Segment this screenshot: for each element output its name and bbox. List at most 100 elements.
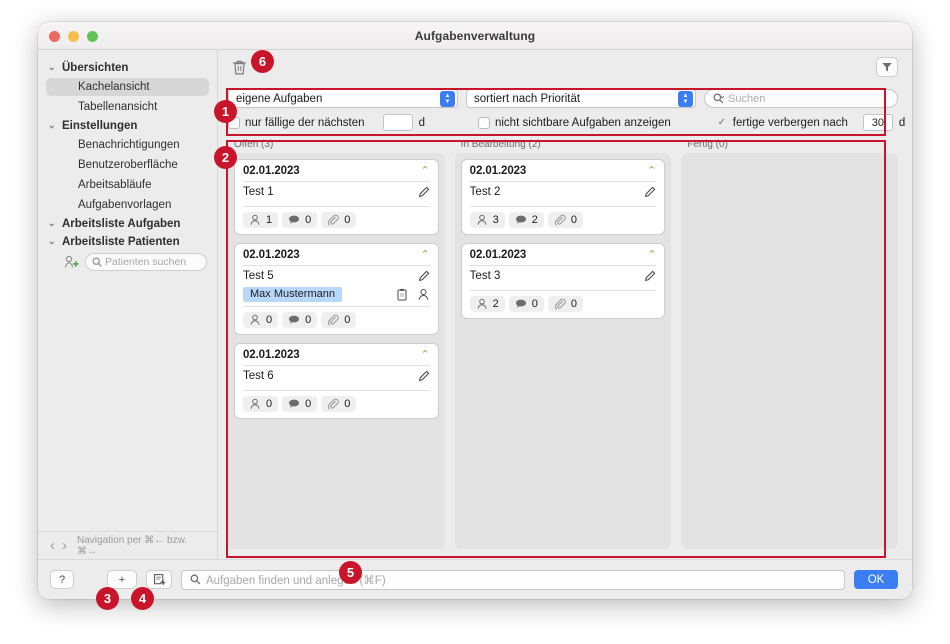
assignee-count: 2	[492, 298, 499, 310]
annotation-marker-4: 4	[131, 587, 154, 610]
maximize-button[interactable]	[87, 31, 98, 42]
paperclip-icon	[554, 298, 566, 310]
card-date: 02.01.2023	[469, 165, 527, 177]
close-button[interactable]	[49, 31, 60, 42]
task-search-input[interactable]: Suchen	[704, 89, 898, 108]
ok-button[interactable]: OK	[854, 570, 898, 589]
comment-chip: 0	[282, 312, 318, 328]
card-divider	[243, 206, 430, 207]
card-date: 02.01.2023	[243, 349, 300, 361]
patient-search-placeholder: Patienten suchen	[105, 256, 187, 268]
column-dropzone[interactable]: 02.01.2023 ⌃ Test 2 3 2 0 02.01.2023 ⌃ T…	[454, 153, 672, 549]
comment-icon	[515, 299, 526, 308]
window-controls[interactable]	[49, 31, 98, 42]
attachment-count: 0	[344, 314, 351, 326]
edit-pencil-icon[interactable]	[643, 186, 656, 199]
person-icon[interactable]	[417, 288, 430, 301]
attachment-chip: 0	[547, 296, 584, 312]
invisible-tasks-label: nicht sichtbare Aufgaben anzeigen	[494, 116, 671, 129]
task-card[interactable]: 02.01.2023 ⌃ Test 6 0 0 0	[234, 343, 439, 419]
hide-done-days-input[interactable]: 30	[862, 114, 893, 131]
nav-hint-text: Navigation per ⌘← bzw. ⌘→	[77, 534, 188, 557]
sidebar-group-label: Einstellungen	[62, 120, 138, 132]
patient-badge[interactable]: Max Mustermann	[243, 287, 342, 302]
search-icon	[190, 574, 201, 585]
invisible-tasks-checkbox[interactable]	[477, 116, 490, 129]
minimize-button[interactable]	[68, 31, 79, 42]
chevron-up-icon[interactable]: ⌃	[420, 349, 429, 361]
annotation-marker-6: 6	[251, 50, 274, 73]
nav-back-icon[interactable]: ‹	[48, 538, 57, 553]
filter-button[interactable]	[876, 57, 898, 77]
edit-pencil-icon[interactable]	[417, 186, 430, 199]
help-button[interactable]: ?	[50, 570, 74, 589]
chevron-down-icon: ⌄	[48, 235, 56, 246]
patient-search-row: Patienten suchen	[64, 253, 207, 271]
edit-pencil-icon[interactable]	[417, 370, 430, 383]
assignee-count: 1	[266, 214, 273, 226]
assignee-chip: 3	[469, 212, 505, 228]
sort-select[interactable]: sortiert nach Priorität ▲ ▼	[466, 89, 696, 108]
global-search-input[interactable]: Aufgaben finden und anlegen (⌘F)	[181, 569, 845, 590]
nav-forward-icon[interactable]: ›	[60, 538, 69, 553]
chevron-down-icon: ⌄	[48, 119, 56, 130]
sidebar-group-label: Übersichten	[62, 62, 129, 74]
comment-icon	[515, 215, 526, 224]
chevron-up-icon[interactable]: ⌃	[420, 249, 429, 261]
clipboard-icon[interactable]	[396, 288, 408, 301]
hide-done-unit-label: d	[898, 116, 906, 129]
trash-icon[interactable]	[228, 56, 250, 78]
sidebar-group-einstellungen[interactable]: ⌄ Einstellungen	[38, 117, 217, 135]
assignee-count: 3	[492, 214, 499, 226]
card-date: 02.01.2023	[469, 249, 527, 261]
paperclip-icon	[328, 214, 340, 226]
kanban-board: Offen (3) 02.01.2023 ⌃ Test 1 1 0 0 02.0…	[218, 137, 912, 559]
due-days-input[interactable]	[382, 114, 413, 131]
attachment-chip: 0	[321, 312, 357, 328]
sidebar-item-aufgabenvorlagen[interactable]: Aufgabenvorlagen	[46, 196, 209, 214]
sidebar-item-kachelansicht[interactable]: Kachelansicht	[46, 78, 209, 96]
kanban-column-offen: Offen (3) 02.01.2023 ⌃ Test 1 1 0 0 02.0…	[228, 139, 445, 549]
attachment-count: 0	[570, 214, 578, 226]
comment-count: 0	[305, 398, 312, 410]
edit-pencil-icon[interactable]	[643, 270, 656, 283]
hide-done-checkbox[interactable]: ✓	[716, 117, 728, 128]
chevron-up-icon[interactable]: ⌃	[420, 165, 429, 177]
comment-icon	[289, 315, 300, 324]
app-window: Aufgabenverwaltung ⌄ Übersichten Kachela…	[38, 22, 912, 599]
task-card[interactable]: 02.01.2023 ⌃ Test 2 3 2 0	[460, 159, 666, 235]
edit-pencil-icon[interactable]	[417, 270, 430, 283]
column-dropzone[interactable]	[681, 153, 899, 549]
task-card[interactable]: 02.01.2023 ⌃ Test 3 2 0 0	[460, 243, 666, 319]
task-card[interactable]: 02.01.2023 ⌃ Test 1 1 0 0	[234, 159, 439, 235]
card-date: 02.01.2023	[243, 249, 300, 261]
sidebar-group-uebersichten[interactable]: ⌄ Übersichten	[38, 59, 217, 77]
add-task-button[interactable]: +	[107, 570, 137, 589]
note-add-icon[interactable]	[146, 570, 172, 589]
scope-select[interactable]: eigene Aufgaben ▲ ▼	[228, 89, 458, 108]
column-dropzone[interactable]: 02.01.2023 ⌃ Test 1 1 0 0 02.01.2023 ⌃ T…	[228, 153, 445, 549]
sidebar-item-benutzeroberflaeche[interactable]: Benutzeroberfläche	[46, 156, 209, 174]
attachment-count: 0	[570, 298, 578, 310]
sidebar-item-arbeitsablaeufe[interactable]: Arbeitsabläufe	[46, 176, 209, 194]
sidebar-item-benachrichtigungen[interactable]: Benachrichtigungen	[46, 136, 209, 154]
sidebar-item-tabellenansicht[interactable]: Tabellenansicht	[46, 98, 209, 116]
attachment-count: 0	[344, 398, 351, 410]
sidebar-group-arbeitsliste-aufgaben[interactable]: ⌄ Arbeitsliste Aufgaben	[38, 215, 217, 233]
sidebar-group-arbeitsliste-patienten[interactable]: ⌄ Arbeitsliste Patienten	[38, 233, 217, 251]
chevron-up-icon[interactable]: ⌃	[647, 249, 656, 261]
task-card[interactable]: 02.01.2023 ⌃ Test 5 Max Mustermann 0 0 0	[234, 243, 439, 335]
funnel-icon	[882, 63, 892, 72]
add-patient-icon[interactable]	[64, 255, 80, 269]
person-icon	[250, 214, 260, 225]
card-divider	[243, 306, 430, 307]
patient-search-input[interactable]: Patienten suchen	[85, 253, 207, 271]
sidebar: ⌄ Übersichten Kachelansicht Tabellenansi…	[38, 50, 218, 559]
comment-count: 0	[305, 214, 312, 226]
chevron-up-icon[interactable]: ⌃	[647, 165, 656, 177]
window-title: Aufgabenverwaltung	[414, 29, 536, 43]
column-header: In Bearbeitung (2)	[460, 139, 541, 150]
sidebar-nav-bar: ‹ › Navigation per ⌘← bzw. ⌘→	[38, 531, 217, 559]
filter-row-selects: eigene Aufgaben ▲ ▼ sortiert nach Priorit…	[228, 89, 898, 108]
comment-chip: 2	[508, 212, 544, 228]
